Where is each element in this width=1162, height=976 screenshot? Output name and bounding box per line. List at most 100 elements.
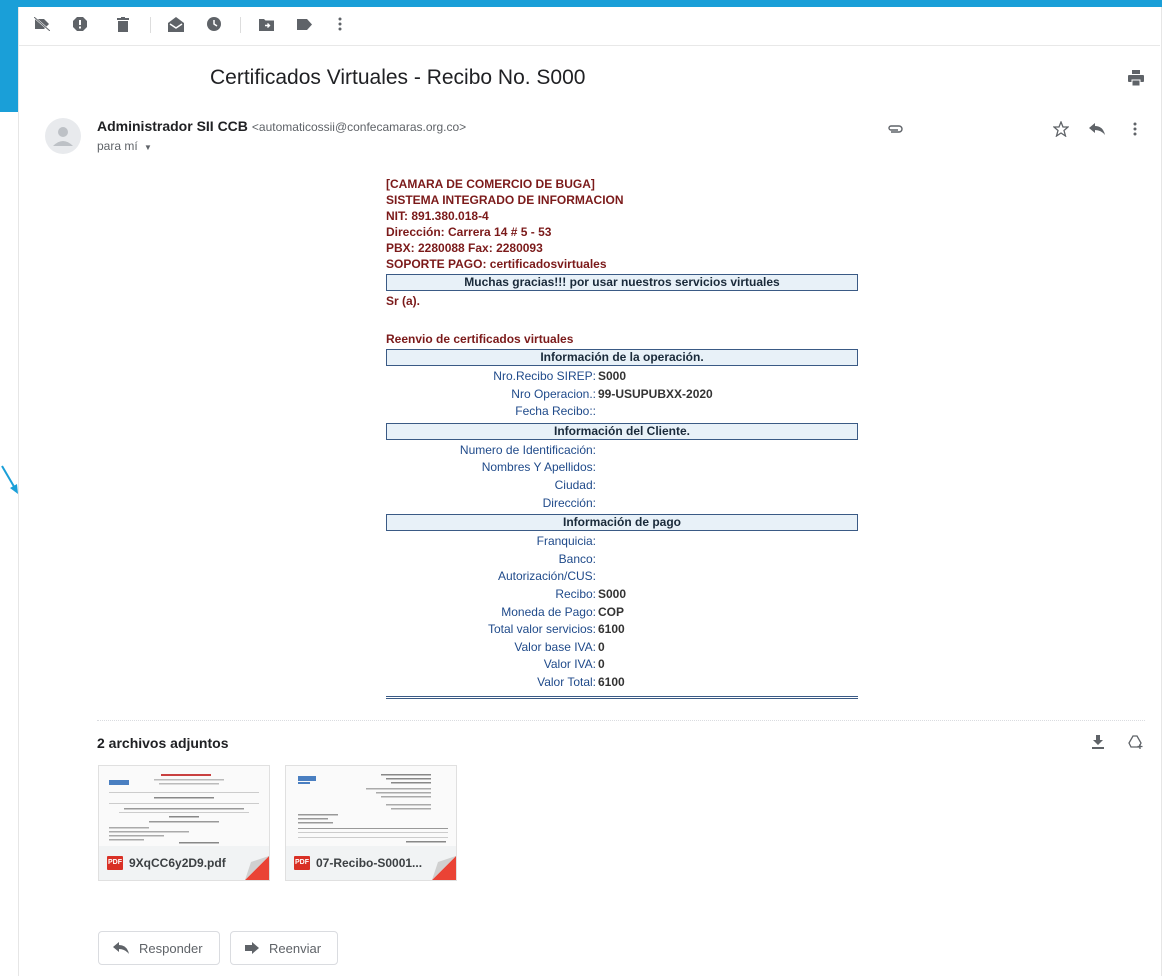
payment-row: Banco: xyxy=(386,551,858,569)
attachment-footer: PDF 9XqCC6y2D9.pdf xyxy=(99,846,269,880)
message-toolbar xyxy=(18,7,1160,46)
toolbar-separator xyxy=(240,17,241,33)
sender-name-text: Administrador SII CCB xyxy=(97,118,248,134)
field-value xyxy=(596,551,598,569)
download-all-icon[interactable] xyxy=(1091,735,1107,751)
client-row: Ciudad: xyxy=(386,477,858,495)
field-label: Fecha Recibo:: xyxy=(515,404,596,419)
frame-left-tab xyxy=(0,0,18,112)
file-corner-icon xyxy=(432,856,456,880)
field-value xyxy=(596,568,598,586)
field-value: S000 xyxy=(598,586,627,601)
field-label: Nro Operacion.: xyxy=(511,386,596,401)
field-value xyxy=(596,477,598,495)
field-value: 99-USUPUBXX-2020 xyxy=(598,386,713,401)
star-icon[interactable] xyxy=(1052,120,1070,138)
field-value: 0 xyxy=(598,657,605,672)
field-label: Moneda de Pago: xyxy=(501,604,596,619)
thanks-banner: Muchas gracias!!! por usar nuestros serv… xyxy=(386,274,858,291)
field-value xyxy=(596,533,598,551)
field-label: Ciudad: xyxy=(554,477,596,492)
operation-header: Información de la operación. xyxy=(386,349,858,366)
org-line: PBX: 2280088 Fax: 2280093 xyxy=(386,241,543,255)
attachment-icon xyxy=(886,120,904,138)
field-value xyxy=(596,495,598,513)
save-to-drive-icon[interactable] xyxy=(1128,735,1144,751)
recipient-dropdown-icon[interactable]: ▼ xyxy=(144,143,152,152)
forward-icon xyxy=(245,942,259,954)
sender-name[interactable]: Administrador SII CCB <automaticossii@con… xyxy=(97,118,466,134)
operation-row: Nro Operacion.: 99-USUPUBXX-2020 xyxy=(386,386,858,404)
forward-button[interactable]: Reenviar xyxy=(230,931,338,965)
attachment-filename: 07-Recibo-S0001... xyxy=(316,856,423,870)
move-to-icon[interactable] xyxy=(256,14,276,34)
field-label: Franquicia: xyxy=(536,534,596,549)
field-label: Dirección: xyxy=(542,495,596,510)
pdf-icon: PDF xyxy=(294,856,310,870)
reply-icon xyxy=(113,942,129,954)
mark-unread-icon[interactable] xyxy=(166,14,186,34)
payment-row: Franquicia: xyxy=(386,533,858,551)
attachment-footer: PDF 07-Recibo-S0001... xyxy=(286,846,456,880)
operation-row: Fecha Recibo:: xyxy=(386,403,858,421)
reenvio-title: Reenvio de certificados virtuales xyxy=(386,332,574,346)
attachment-thumbnail xyxy=(286,766,456,846)
more-vert-icon[interactable] xyxy=(330,14,350,34)
field-label: Total valor servicios: xyxy=(487,622,596,637)
file-corner-icon xyxy=(245,856,269,880)
forward-label: Reenviar xyxy=(269,940,322,956)
payment-header: Información de pago xyxy=(386,514,858,532)
recipient-text: para mí xyxy=(97,139,138,153)
field-value: COP xyxy=(598,604,625,619)
client-header: Información del Cliente. xyxy=(386,422,858,440)
field-label: Banco: xyxy=(558,551,596,566)
reply-icon[interactable] xyxy=(1088,120,1106,138)
field-label: Valor base IVA: xyxy=(514,639,596,654)
payment-row: Total valor servicios: 6100 xyxy=(386,621,858,639)
field-label: Nombres Y Apellidos: xyxy=(481,460,596,475)
sender-email: <automaticossii@confecamaras.org.co> xyxy=(251,120,467,134)
field-value xyxy=(596,459,598,477)
sender-avatar xyxy=(45,118,81,154)
org-line: [CAMARA DE COMERCIO DE BUGA] xyxy=(386,177,595,191)
field-value: 0 xyxy=(598,639,605,654)
report-spam-icon[interactable] xyxy=(70,14,90,34)
field-value xyxy=(596,403,598,421)
more-options-icon[interactable] xyxy=(1126,120,1144,138)
org-line: Dirección: Carrera 14 # 5 - 53 xyxy=(386,225,552,239)
toolbar-separator xyxy=(150,17,151,33)
field-label: Recibo: xyxy=(555,586,596,601)
field-label: Autorización/CUS: xyxy=(497,569,596,584)
snooze-icon[interactable] xyxy=(204,14,224,34)
label-icon[interactable] xyxy=(294,14,314,34)
field-label: Nro.Recibo SIREP: xyxy=(493,369,596,383)
receipt-bottom-rule xyxy=(386,695,858,699)
field-label: Valor Total: xyxy=(537,674,596,689)
attachment-thumbnail xyxy=(99,766,269,846)
client-row: Nombres Y Apellidos: xyxy=(386,459,858,477)
archive-icon[interactable] xyxy=(32,14,52,34)
frame-top-bar xyxy=(0,0,1162,7)
org-line: SOPORTE PAGO: certificadosvirtuales xyxy=(386,257,607,271)
email-subject: Certificados Virtuales - Recibo No. S000 xyxy=(210,66,586,89)
field-value: 6100 xyxy=(598,622,625,637)
attachments-title: 2 archivos adjuntos xyxy=(97,735,229,751)
field-label: Valor IVA: xyxy=(543,657,596,672)
reply-label: Responder xyxy=(139,940,203,956)
attachments-divider xyxy=(97,720,1145,721)
payment-row: Autorización/CUS: xyxy=(386,568,858,586)
receipt-body: [CAMARA DE COMERCIO DE BUGA] SISTEMA INT… xyxy=(386,176,858,699)
recipient-line[interactable]: para mí ▼ xyxy=(97,139,152,153)
client-row: Dirección: xyxy=(386,495,858,513)
org-line: SISTEMA INTEGRADO DE INFORMACION xyxy=(386,193,624,207)
field-label: Numero de Identificación: xyxy=(459,442,596,457)
field-value xyxy=(596,442,598,460)
print-icon[interactable] xyxy=(1128,70,1146,88)
delete-icon[interactable] xyxy=(113,14,133,34)
attachment-card[interactable]: PDF 07-Recibo-S0001... xyxy=(285,765,457,881)
payment-row: Valor base IVA: 0 xyxy=(386,639,858,657)
greeting: Sr (a). xyxy=(386,294,421,308)
reply-button[interactable]: Responder xyxy=(98,931,220,965)
payment-row: Valor IVA: 0 xyxy=(386,656,858,674)
attachment-card[interactable]: PDF 9XqCC6y2D9.pdf xyxy=(98,765,270,881)
